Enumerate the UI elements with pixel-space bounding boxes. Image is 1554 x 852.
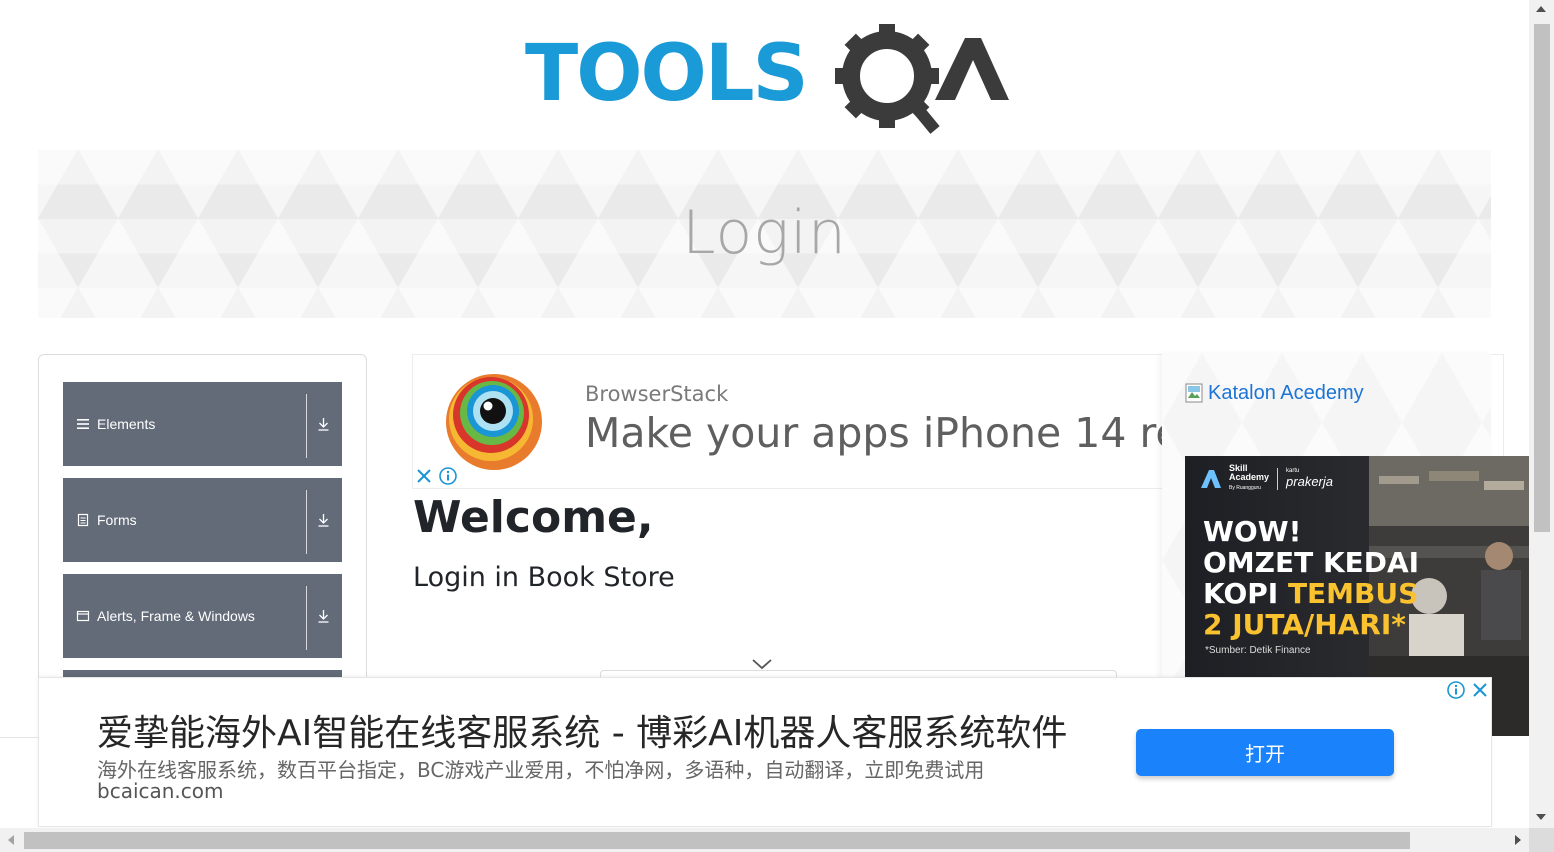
- ad-brand: BrowserStack: [585, 382, 729, 406]
- horizontal-scroll-thumb[interactable]: [24, 832, 1410, 849]
- bottom-ad[interactable]: 爱挚能海外AI智能在线客服系统 - 博彩AI机器人客服系统软件 海外在线客服系统…: [38, 677, 1492, 827]
- scroll-up-arrow[interactable]: [1536, 6, 1546, 12]
- katalon-ad-link[interactable]: Katalon Acedemy: [1184, 382, 1364, 406]
- menu-icon: [76, 417, 90, 431]
- logo-letter-a: [935, 38, 1009, 100]
- close-icon[interactable]: [1469, 679, 1491, 701]
- toolsqa-logo[interactable]: TOOLS: [525, 24, 1009, 136]
- vertical-scrollbar[interactable]: [1529, 0, 1554, 828]
- divider: [306, 586, 307, 650]
- page-strip: [0, 737, 38, 829]
- window-icon: [76, 609, 90, 623]
- close-icon[interactable]: [413, 465, 435, 487]
- document-icon: [76, 513, 90, 527]
- page-banner: Login: [38, 150, 1491, 318]
- download-icon[interactable]: [317, 512, 330, 528]
- sidebar-group-alerts[interactable]: Alerts, Frame & Windows: [63, 574, 342, 658]
- skill-ad-headline: WOW! OMZET KEDAI KOPI TEMBUS 2 JUTA/HARI…: [1203, 515, 1420, 641]
- skill-academy-logo-icon: [1201, 469, 1221, 488]
- vertical-scroll-thumb[interactable]: [1534, 24, 1550, 532]
- gear-icon: [835, 24, 940, 134]
- katalon-alt-text: Katalon Acedemy: [1208, 382, 1364, 404]
- welcome-heading: Welcome,: [413, 492, 654, 543]
- sidebar-panel: Elements Forms Alerts, Frame & Windows: [38, 354, 367, 694]
- open-button[interactable]: 打开: [1136, 729, 1394, 776]
- sidebar-group-forms[interactable]: Forms: [63, 478, 342, 562]
- logo-text-tools: TOOLS: [525, 29, 807, 119]
- info-icon[interactable]: [1445, 679, 1467, 701]
- divider: [306, 490, 307, 554]
- broken-image-icon: [1185, 383, 1203, 403]
- adchoices[interactable]: [1443, 679, 1491, 702]
- scroll-left-arrow[interactable]: [8, 835, 14, 845]
- divider: [306, 394, 307, 458]
- skill-academy-brand: Skill Academy By Ruangguru kartu prakerja: [1201, 464, 1333, 493]
- skill-ad-source: *Sumber: Detik Finance: [1205, 645, 1311, 656]
- bottom-ad-title[interactable]: 爱挚能海外AI智能在线客服系统 - 博彩AI机器人客服系统软件: [97, 704, 1067, 756]
- horizontal-scrollbar[interactable]: [0, 828, 1554, 852]
- ad-headline: Make your apps iPhone 14 re: [585, 409, 1181, 457]
- chevron-down-icon[interactable]: [751, 657, 773, 671]
- page-title: Login: [682, 198, 847, 268]
- download-icon[interactable]: [317, 608, 330, 624]
- download-icon[interactable]: [317, 416, 330, 432]
- bottom-ad-description: 海外在线客服系统，数百平台指定，BC游戏产业爱用，不怕净网，多语种，自动翻译，立…: [97, 758, 985, 782]
- sidebar-group-elements[interactable]: Elements: [63, 382, 342, 466]
- login-subtitle: Login in Book Store: [413, 562, 675, 593]
- browserstack-logo-icon: [446, 374, 542, 470]
- info-icon[interactable]: [437, 465, 459, 487]
- scrollbar-corner: [1529, 828, 1554, 852]
- bottom-ad-url[interactable]: bcaican.com: [97, 779, 224, 803]
- adchoices[interactable]: [413, 465, 459, 488]
- scroll-right-arrow[interactable]: [1515, 835, 1521, 845]
- scroll-down-arrow[interactable]: [1536, 814, 1546, 820]
